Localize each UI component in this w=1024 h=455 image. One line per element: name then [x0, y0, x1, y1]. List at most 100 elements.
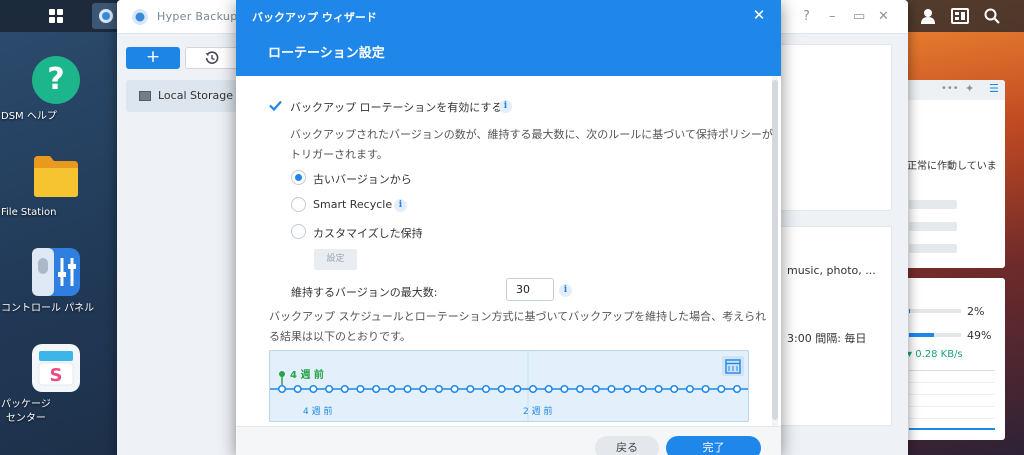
max-versions-input[interactable]: 30	[506, 278, 554, 301]
restore-button[interactable]	[185, 47, 239, 69]
timeline-version-point	[356, 384, 365, 394]
desktop-icon-file-station[interactable]: File Station	[1, 152, 111, 218]
radio-custom-retention[interactable]	[291, 224, 306, 239]
storage-icon	[139, 91, 151, 101]
timeline-version-point	[623, 384, 632, 394]
cpu-percent: 2%	[967, 305, 985, 318]
control-panel-icon	[32, 248, 80, 296]
wizard-window-title: バックアップ ウィザード	[252, 11, 377, 24]
widget-icon	[951, 8, 969, 24]
grid-icon	[49, 9, 63, 23]
cpu-bar-fill	[909, 309, 911, 313]
ram-bar-fill	[909, 333, 935, 337]
add-task-button[interactable]: +	[126, 47, 180, 69]
blurred-line	[909, 222, 957, 231]
system-status-text: 正常に作動していま	[907, 161, 997, 172]
widget-panel: ••• ✦ ☰ 正常に作動していま 2% 49% ▾ 0.28 KB/s	[905, 80, 1012, 440]
widgets-button[interactable]	[946, 3, 974, 29]
timeline-version-point	[419, 384, 428, 394]
timeline-version-point	[293, 384, 302, 394]
timeline-version-point	[434, 384, 443, 394]
option-custom-retention-label[interactable]: カスタマイズした保持	[313, 225, 423, 241]
timeline-axis-label: 4 週 前	[303, 405, 332, 417]
info-icon[interactable]: i	[559, 284, 572, 297]
option-oldest-version-label[interactable]: 古いバージョンから	[313, 171, 412, 187]
timeline-version-point	[670, 384, 679, 394]
timeline-version-point	[325, 384, 334, 394]
timeline-version-point	[560, 384, 569, 394]
timeline-version-point	[717, 384, 726, 394]
maximize-button[interactable]: ▭	[853, 9, 865, 24]
backup-content-text: music, photo, ...	[787, 264, 876, 277]
desktop-icon-label: DSM ヘルプ	[1, 111, 57, 122]
timeline-version-point	[340, 384, 349, 394]
timeline-version-point	[638, 384, 647, 394]
desktop-icon-dsm-help[interactable]: ? DSM ヘルプ	[1, 56, 111, 122]
timeline-chart: 4 週 前 4 週 前 2 週 前	[270, 351, 748, 421]
timeline-version-point	[277, 384, 287, 394]
enable-rotation-checkbox[interactable]	[268, 98, 283, 113]
sidebar-item-local-storage[interactable]: Local Storage	[126, 80, 241, 112]
timeline-version-point	[607, 384, 616, 394]
search-icon	[984, 8, 1000, 24]
search-button[interactable]	[978, 3, 1006, 29]
timeline-version-point	[403, 384, 412, 394]
desktop-icon-package-center[interactable]: S パッケージ センター	[1, 344, 111, 424]
package-icon: S	[32, 344, 80, 392]
wizard-footer: 戻る 完了	[236, 426, 781, 455]
hyper-backup-icon	[132, 9, 148, 25]
result-description-line1: バックアップ スケジュールとローテーション方式に基づいてバックアップを維持した場…	[269, 310, 767, 323]
main-menu-button[interactable]	[42, 3, 70, 29]
max-versions-label: 維持するバージョンの最大数:	[291, 286, 438, 299]
timeline-version-point	[732, 384, 742, 394]
blurred-line	[909, 200, 957, 209]
desktop-icon-label: File Station	[1, 207, 57, 218]
info-icon[interactable]: i	[499, 100, 512, 113]
ram-percent: 49%	[967, 329, 992, 342]
folder-icon	[32, 152, 80, 200]
network-speed-value: 0.28 KB/s	[915, 349, 963, 360]
user-button[interactable]	[914, 3, 942, 29]
radio-oldest-version[interactable]	[291, 170, 306, 185]
widget-header: ••• ✦ ☰	[905, 80, 1005, 100]
settings-button[interactable]: 設定	[314, 249, 357, 270]
close-button[interactable]: ✕	[878, 9, 889, 24]
timeline-version-point	[576, 384, 585, 394]
option-smart-recycle-label[interactable]: Smart Recycle	[313, 198, 392, 211]
desktop-icon-label: パッケージ センター	[1, 399, 51, 424]
wizard-heading: ローテーション設定	[268, 46, 385, 61]
done-button[interactable]: 完了	[666, 436, 761, 455]
svg-text:S: S	[50, 365, 63, 386]
timeline-version-point	[450, 384, 459, 394]
timeline-version-point	[497, 384, 506, 394]
minimize-button[interactable]: –	[829, 9, 836, 24]
enable-rotation-label[interactable]: バックアップ ローテーションを有効にする	[290, 99, 502, 115]
wizard-close-button[interactable]: ✕	[750, 6, 768, 24]
result-description: バックアップ スケジュールとローテーション方式に基づいてバックアップを維持した場…	[269, 307, 766, 347]
rotation-description: バックアップされたバージョンの数が、維持する最大数に、次のルールに基づいて保持ポ…	[290, 125, 773, 165]
hyper-backup-icon	[99, 9, 113, 23]
user-icon	[921, 9, 935, 24]
history-icon	[205, 51, 219, 64]
timeline-marker-label: 4 週 前	[290, 368, 324, 381]
cpu-bar	[909, 309, 961, 313]
desktop-icon-control-panel[interactable]: コントロール パネル	[1, 248, 111, 314]
pin-icon[interactable]: ✦	[965, 82, 974, 95]
timeline-version-point	[372, 384, 381, 394]
taskbar-hyper-backup[interactable]	[92, 3, 120, 29]
info-icon[interactable]: i	[394, 199, 407, 212]
timeline-version-point	[528, 384, 538, 394]
radio-smart-recycle[interactable]	[291, 197, 306, 212]
more-icon[interactable]: •••	[941, 83, 959, 94]
help-button[interactable]: ?	[803, 9, 810, 24]
help-icon: ?	[32, 56, 80, 104]
back-button[interactable]: 戻る	[595, 436, 659, 455]
timeline-version-point	[591, 384, 600, 394]
widget-settings-icon[interactable]: ☰	[989, 82, 999, 95]
timeline-version-point	[481, 384, 491, 394]
timeline-version-point	[513, 384, 522, 394]
timeline-version-point	[701, 384, 710, 394]
desktop-icon-label: コントロール パネル	[1, 303, 95, 314]
timeline-version-point	[309, 384, 318, 394]
blurred-line	[909, 244, 957, 253]
